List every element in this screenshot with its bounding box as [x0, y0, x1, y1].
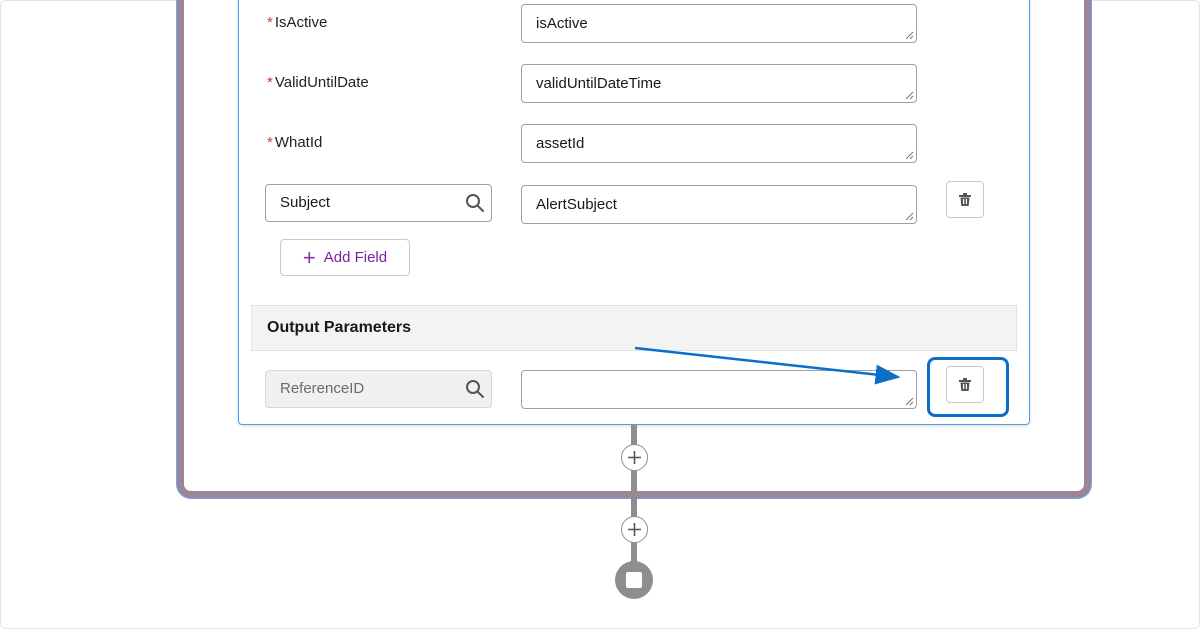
- add-element-node[interactable]: [621, 516, 648, 543]
- stop-icon: [626, 572, 642, 588]
- plus-icon: [628, 451, 641, 464]
- annotation-arrow-icon: [634, 346, 901, 385]
- flow-end-node: [615, 561, 653, 599]
- add-element-node[interactable]: [621, 444, 648, 471]
- plus-icon: [628, 523, 641, 536]
